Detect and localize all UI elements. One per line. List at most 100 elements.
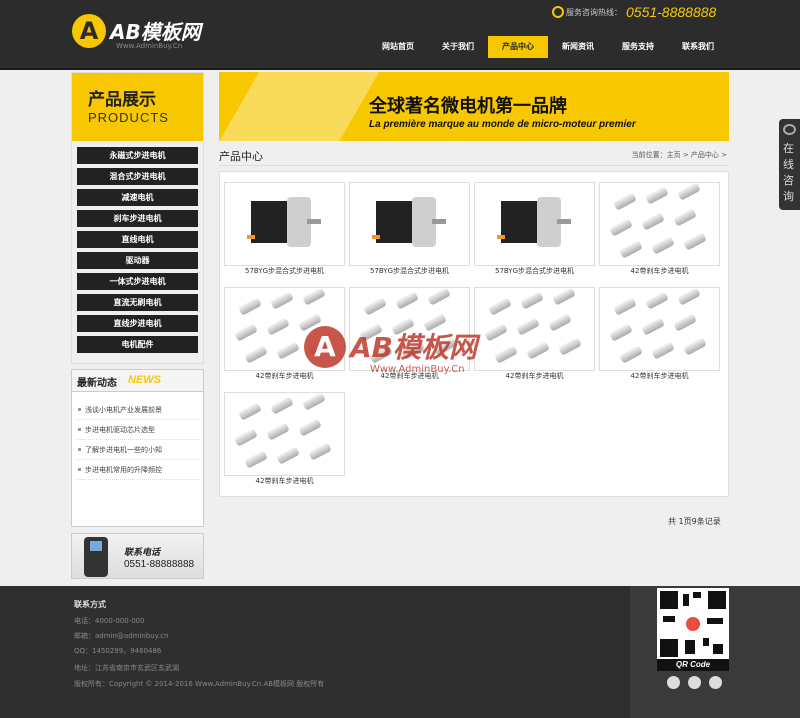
nav-item-news[interactable]: 新闻资讯 <box>548 36 608 58</box>
watermark-site: Www.AdminBuy.Cn <box>370 364 465 375</box>
pagination-info: 共 1页9条记录 <box>668 517 721 526</box>
cylinder-motor-icon <box>613 192 637 211</box>
category-item[interactable]: 刹车步进电机 <box>77 210 198 227</box>
nav-item-about[interactable]: 关于我们 <box>428 36 488 58</box>
cylinder-motor-icon <box>548 313 572 332</box>
product-card[interactable]: 42带刹车步进电机 <box>224 384 345 487</box>
consult-label: 在线咨询 <box>783 142 794 203</box>
cylinder-motor-icon <box>238 402 262 421</box>
products-title-en: PRODUCTS <box>88 110 169 125</box>
cylinder-motor-icon <box>683 232 707 251</box>
category-item[interactable]: 减速电机 <box>77 189 198 206</box>
cylinder-motor-icon <box>619 240 643 259</box>
logo-site: Www.AdminBuy.Cn <box>116 42 183 50</box>
wechat-icon[interactable] <box>709 676 722 689</box>
stepper-motor-icon <box>247 195 321 251</box>
page-title: 产品中心 <box>219 150 263 163</box>
stepper-motor-icon <box>497 195 571 251</box>
news-item[interactable]: 浅谈小电机产业发展前景 <box>76 400 199 420</box>
footer-title: 联系方式 <box>74 600 106 609</box>
cylinder-motor-icon <box>673 313 697 332</box>
qr-logo-icon <box>684 615 702 633</box>
cylinder-motor-icon <box>234 323 258 342</box>
qr-label: QR Code <box>657 659 729 671</box>
cylinder-motor-icon <box>619 345 643 364</box>
products-heading: 产品展示 PRODUCTS <box>72 73 203 141</box>
nav-item-products[interactable]: 产品中心 <box>488 36 548 58</box>
cylinder-motor-icon <box>641 212 665 231</box>
qr-code <box>657 588 729 660</box>
category-item[interactable]: 电机配件 <box>77 336 198 353</box>
bullet-icon <box>78 427 81 431</box>
product-image[interactable] <box>224 392 345 476</box>
category-item[interactable]: 永磁式步进电机 <box>77 147 198 164</box>
category-item[interactable]: 驱动器 <box>77 252 198 269</box>
cylinder-motor-icon <box>651 236 675 255</box>
nav-item-home[interactable]: 网站首页 <box>368 36 428 58</box>
news-item[interactable]: 了解步进电机一些的小知 <box>76 440 199 460</box>
cylinder-motor-icon <box>298 418 322 437</box>
product-image[interactable] <box>474 182 595 266</box>
product-name[interactable]: 57BYG步混合式步进电机 <box>349 266 470 276</box>
product-card[interactable]: 57BYG步混合式步进电机 <box>349 174 470 277</box>
nav-item-contact[interactable]: 联系我们 <box>668 36 728 58</box>
product-name[interactable]: 42带刹车步进电机 <box>224 476 345 486</box>
product-name[interactable]: 57BYG步混合式步进电机 <box>224 266 345 276</box>
qq-icon[interactable] <box>667 676 680 689</box>
news-list: 浅谈小电机产业发展前景 步进电机驱动芯片选型 了解步进电机一些的小知 步进电机常… <box>72 392 203 488</box>
category-item[interactable]: 混合式步进电机 <box>77 168 198 185</box>
news-item-label: 步进电机驱动芯片选型 <box>85 426 155 434</box>
watermark-text: AB模板网 <box>350 331 478 364</box>
phone-icon <box>552 6 564 18</box>
weibo-icon[interactable] <box>688 676 701 689</box>
qr-panel: QR Code <box>630 586 800 718</box>
banner: 全球著名微电机第一品牌 La première marque au monde … <box>219 72 729 141</box>
site-logo[interactable]: A AB模板网 Www.AdminBuy.Cn <box>72 14 222 56</box>
product-category-panel: 产品展示 PRODUCTS 永磁式步进电机 混合式步进电机 减速电机 刹车步进电… <box>71 72 204 364</box>
footer-phone: 电话：4000-000-000 <box>74 617 145 625</box>
product-card[interactable]: 57BYG步混合式步进电机 <box>224 174 345 277</box>
product-name[interactable]: 42带刹车步进电机 <box>599 371 720 381</box>
product-name[interactable]: 57BYG步混合式步进电机 <box>474 266 595 276</box>
product-image[interactable] <box>599 182 720 266</box>
main-nav: 网站首页 关于我们 产品中心 新闻资讯 服务支持 联系我们 <box>368 36 728 58</box>
breadcrumb[interactable]: 当前位置：主页 > 产品中心 > <box>632 150 727 160</box>
banner-subtitle: La première marque au monde de micro-mot… <box>369 119 636 130</box>
category-item[interactable]: 直线步进电机 <box>77 315 198 332</box>
contact-title: 联系电话 <box>124 548 161 558</box>
news-item[interactable]: 步进电机常用的升降频控 <box>76 460 199 480</box>
cylinder-motor-icon <box>609 323 633 342</box>
cylinder-motor-icon <box>520 291 544 310</box>
product-image[interactable] <box>224 182 345 266</box>
banner-title: 全球著名微电机第一品牌 <box>369 96 567 117</box>
news-item-label: 步进电机常用的升降频控 <box>85 466 162 474</box>
cylinder-motor-icon <box>266 422 290 441</box>
category-item[interactable]: 直流无刷电机 <box>77 294 198 311</box>
news-item[interactable]: 步进电机驱动芯片选型 <box>76 420 199 440</box>
product-card[interactable]: 42带刹车步进电机 <box>599 279 720 382</box>
cylinder-motor-icon <box>395 291 419 310</box>
section-header: 产品中心 当前位置：主页 > 产品中心 > <box>219 146 729 166</box>
product-image[interactable] <box>599 287 720 371</box>
category-item[interactable]: 直线电机 <box>77 231 198 248</box>
hotline: 服务咨询热线： 0551-8888888 <box>552 4 716 22</box>
cylinder-motor-icon <box>427 287 451 306</box>
logo-text: AB模板网 <box>110 20 201 44</box>
cylinder-motor-icon <box>673 208 697 227</box>
footer-email: 邮箱：admin@adminbuy.cn <box>74 632 169 640</box>
cylinder-motor-icon <box>488 297 512 316</box>
product-name[interactable]: 42带刹车步进电机 <box>599 266 720 276</box>
footer-copyright: 版权所有：Copyright © 2014-2016 Www.AdminBuy.… <box>74 680 325 688</box>
cylinder-motor-icon <box>645 291 669 310</box>
product-card[interactable]: 57BYG步混合式步进电机 <box>474 174 595 277</box>
product-image[interactable] <box>349 182 470 266</box>
cylinder-motor-icon <box>270 396 294 415</box>
cylinder-motor-icon <box>552 287 576 306</box>
products-title-zh: 产品展示 <box>88 90 156 110</box>
category-item[interactable]: 一体式步进电机 <box>77 273 198 290</box>
cylinder-motor-icon <box>363 297 387 316</box>
nav-item-support[interactable]: 服务支持 <box>608 36 668 58</box>
online-consult-tab[interactable]: 在线咨询 <box>779 119 800 210</box>
cylinder-motor-icon <box>651 341 675 360</box>
product-card[interactable]: 42带刹车步进电机 <box>599 174 720 277</box>
